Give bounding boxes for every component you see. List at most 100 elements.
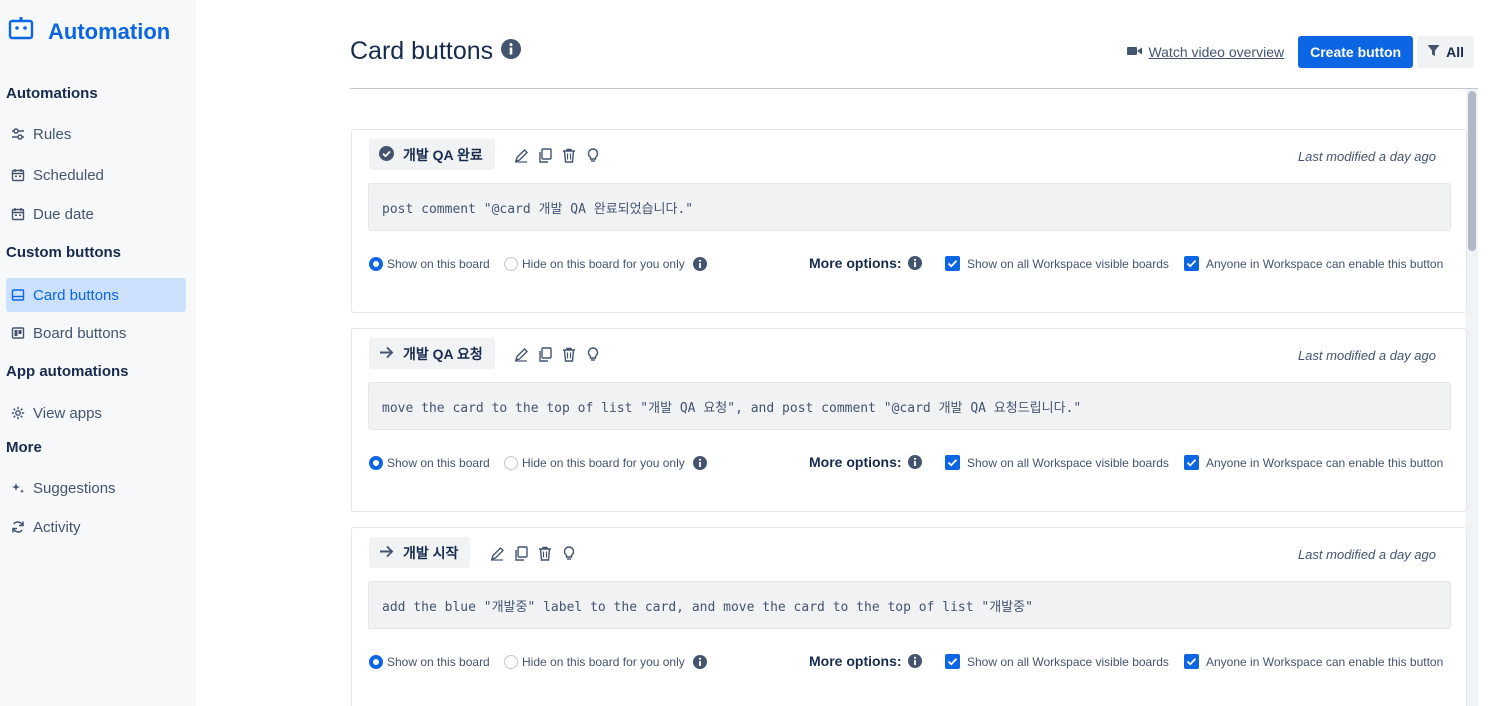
sidebar-item-activity[interactable]: Activity [6, 510, 186, 544]
sidebar-item-label: Suggestions [33, 479, 116, 497]
more-options: More options: [809, 454, 922, 470]
lightbulb-icon[interactable] [586, 346, 600, 362]
info-icon[interactable] [501, 37, 522, 66]
radio-selected [369, 655, 383, 669]
calendar-icon [11, 207, 25, 221]
arrow-right-icon [379, 544, 394, 562]
pencil-icon[interactable] [514, 346, 528, 362]
pencil-icon[interactable] [514, 147, 528, 163]
watch-video-link[interactable]: Watch video overview [1127, 44, 1284, 60]
radio-selected [369, 456, 383, 470]
sidebar-item-label: Rules [33, 125, 72, 143]
trash-icon[interactable] [562, 147, 576, 163]
info-icon[interactable] [692, 257, 707, 271]
sidebar-item-label: Due date [33, 205, 94, 223]
filter-label: All [1446, 44, 1464, 60]
button-name: 개발 QA 요청 [403, 345, 483, 362]
info-icon[interactable] [907, 256, 922, 270]
checkbox-label: Anyone in Workspace can enable this butt… [1206, 654, 1444, 669]
anyone-enable-checkbox[interactable]: Anyone in Workspace can enable this butt… [1184, 455, 1443, 470]
button-command: move the card to the top of list "개발 QA … [368, 382, 1451, 430]
sidebar-item-label: Activity [33, 518, 81, 536]
button-name: 개발 시작 [403, 544, 459, 561]
copy-icon[interactable] [538, 346, 552, 362]
sliders-icon [11, 127, 25, 141]
radio-unselected [504, 456, 518, 470]
section-app-automations: App automations [6, 363, 129, 380]
board-icon [11, 326, 25, 340]
checkbox-checked [1184, 256, 1199, 271]
button-chip[interactable]: 개발 시작 [369, 537, 471, 568]
create-button[interactable]: Create button [1298, 36, 1414, 68]
info-icon[interactable] [692, 456, 707, 470]
radio-label: Show on this board [387, 655, 490, 669]
scrollbar[interactable] [1466, 89, 1478, 706]
sidebar-item-label: Card buttons [33, 286, 119, 304]
scrollbar-thumb[interactable] [1468, 91, 1476, 251]
info-icon[interactable] [907, 455, 922, 469]
lightbulb-icon[interactable] [562, 545, 576, 561]
button-chip[interactable]: 개발 QA 완료 [369, 139, 495, 170]
more-options: More options: [809, 255, 922, 271]
page-title: Card buttons [350, 37, 522, 66]
trash-icon[interactable] [538, 545, 552, 561]
pencil-icon[interactable] [490, 545, 504, 561]
radio-unselected [504, 257, 518, 271]
hide-on-board-radio[interactable]: Hide on this board for you only [504, 655, 707, 669]
sidebar-item-due-date[interactable]: Due date [6, 197, 186, 231]
hide-on-board-radio[interactable]: Hide on this board for you only [504, 257, 707, 271]
sidebar-item-board-buttons[interactable]: Board buttons [6, 316, 186, 350]
lightbulb-icon[interactable] [586, 147, 600, 163]
anyone-enable-checkbox[interactable]: Anyone in Workspace can enable this butt… [1184, 256, 1443, 271]
checkbox-label: Anyone in Workspace can enable this butt… [1206, 455, 1444, 470]
show-all-boards-checkbox[interactable]: Show on all Workspace visible boards [945, 256, 1169, 271]
header-actions: Watch video overview Create button All [1127, 36, 1474, 68]
info-icon[interactable] [692, 655, 707, 669]
sidebar-item-scheduled[interactable]: Scheduled [6, 158, 186, 192]
info-icon[interactable] [907, 654, 922, 668]
more-options-label: More options: [809, 653, 902, 669]
card-tools [514, 346, 600, 362]
checkbox-checked [945, 654, 960, 669]
button-chip[interactable]: 개발 QA 요청 [369, 338, 495, 369]
sidebar-item-view-apps[interactable]: View apps [6, 396, 186, 430]
sidebar-item-card-buttons[interactable]: Card buttons [6, 278, 186, 312]
show-on-board-radio[interactable]: Show on this board [369, 456, 490, 470]
trash-icon[interactable] [562, 346, 576, 362]
radio-label: Hide on this board for you only [522, 655, 685, 669]
more-options: More options: [809, 653, 922, 669]
show-all-boards-checkbox[interactable]: Show on all Workspace visible boards [945, 654, 1169, 669]
card-options: Show on this board Hide on this board fo… [369, 255, 1451, 275]
radio-label: Show on this board [387, 257, 490, 271]
filter-icon [1427, 44, 1440, 60]
sidebar-item-suggestions[interactable]: Suggestions [6, 471, 186, 505]
last-modified: Last modified a day ago [1297, 348, 1436, 363]
show-on-board-radio[interactable]: Show on this board [369, 257, 490, 271]
robot-icon [8, 16, 34, 47]
filter-button[interactable]: All [1417, 36, 1474, 68]
checkbox-label: Show on all Workspace visible boards [967, 256, 1169, 271]
section-custom-buttons: Custom buttons [6, 244, 121, 261]
radio-label: Hide on this board for you only [522, 257, 685, 271]
sidebar-item-label: Scheduled [33, 166, 104, 184]
section-more: More [6, 439, 42, 456]
last-modified: Last modified a day ago [1297, 547, 1436, 562]
anyone-enable-checkbox[interactable]: Anyone in Workspace can enable this butt… [1184, 654, 1443, 669]
button-card: 개발 시작 Last modified a day ago add the bl… [351, 527, 1467, 706]
sidebar-item-rules[interactable]: Rules [6, 117, 186, 151]
check-circle-icon [379, 145, 394, 164]
copy-icon[interactable] [514, 545, 528, 561]
checkbox-checked [945, 256, 960, 271]
card-options: Show on this board Hide on this board fo… [369, 454, 1451, 474]
calendar-icon [11, 168, 25, 182]
hide-on-board-radio[interactable]: Hide on this board for you only [504, 456, 707, 470]
show-all-boards-checkbox[interactable]: Show on all Workspace visible boards [945, 455, 1169, 470]
page-title-text: Card buttons [350, 37, 494, 65]
more-options-label: More options: [809, 454, 902, 470]
radio-unselected [504, 655, 518, 669]
last-modified: Last modified a day ago [1297, 149, 1436, 164]
gear-icon [11, 406, 25, 420]
copy-icon[interactable] [538, 147, 552, 163]
show-on-board-radio[interactable]: Show on this board [369, 655, 490, 669]
sidebar: Automation Automations Rules Scheduled D… [0, 0, 196, 706]
